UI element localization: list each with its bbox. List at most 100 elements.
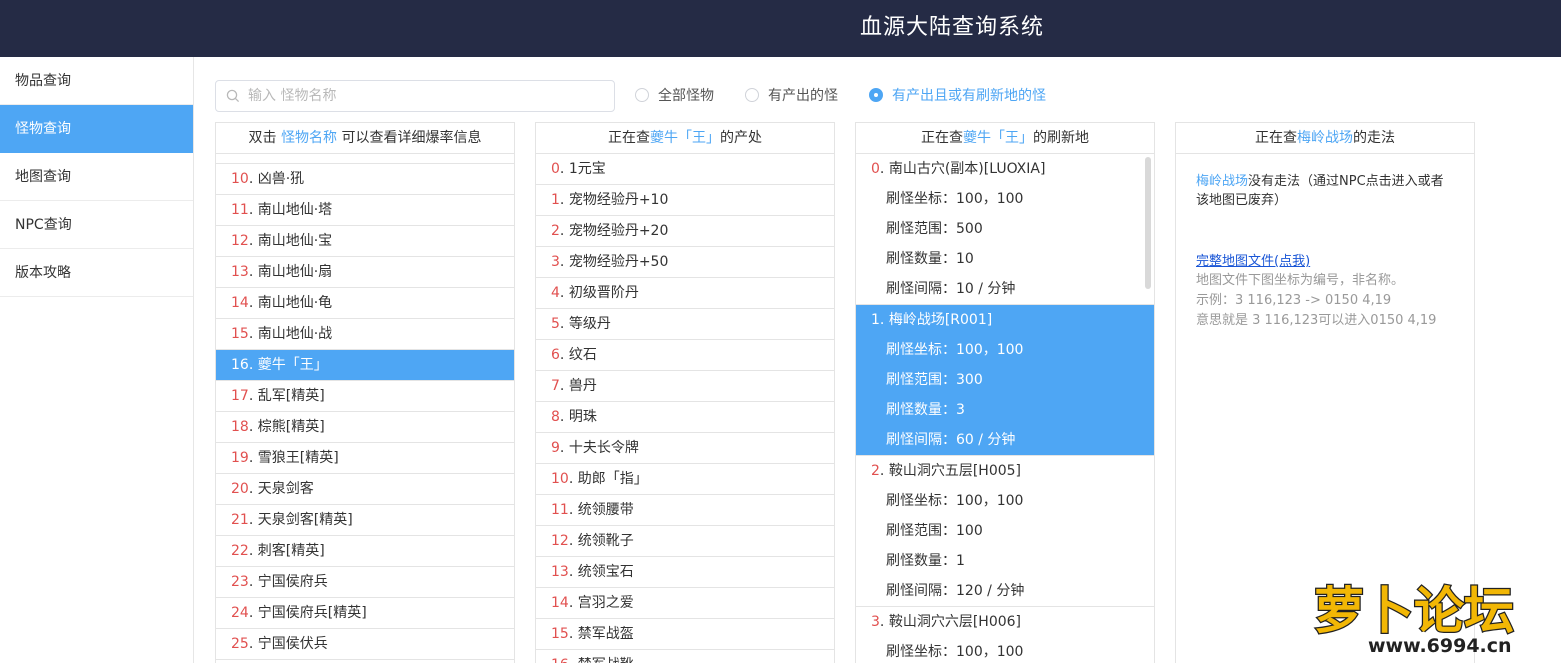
drop-list-item[interactable]: 15. 禁军战盔 [536,619,834,650]
index-separator: . [248,388,258,404]
monster-list-item[interactable]: 10. 凶兽·犼 [216,164,514,195]
drop-list-item[interactable]: 6. 纹石 [536,340,834,371]
filter-with-drops[interactable]: 有产出的怪 [745,85,838,105]
drop-list-item[interactable]: 11. 统领腰带 [536,495,834,526]
index-separator: . [559,409,569,425]
row-index: 23 [231,574,249,590]
drop-list-item[interactable]: 4. 初级晋阶丹 [536,278,834,309]
row-name: 南山地仙·龟 [257,295,333,311]
drop-list-item[interactable]: 9. 十夫长令牌 [536,433,834,464]
radio-circle[interactable] [635,88,649,102]
row-index: 3 [871,614,880,630]
monster-list-item[interactable]: 23. 宁国侯府兵 [216,567,514,598]
drop-list-item[interactable]: 2. 宠物经验丹+20 [536,216,834,247]
spawn-interval: 刷怪间隔：60 / 分钟 [886,432,1016,448]
row-index: 19 [231,450,249,466]
row-index: 17 [231,388,249,404]
row-name: 宠物经验丹+20 [568,223,669,239]
index-separator: . [569,657,578,663]
row-name: 乱军[精英] [257,388,325,404]
row-name: 南山地仙·扇 [257,264,333,280]
sidebar-item-npc[interactable]: NPC查询 [0,201,193,249]
monster-list-item[interactable]: 18. 棕熊[精英] [216,412,514,443]
header-text: 双击 [248,130,277,146]
monster-list-item[interactable]: 19. 雪狼王[精英] [216,443,514,474]
drop-list-item[interactable]: 7. 兽丹 [536,371,834,402]
drop-list-item[interactable]: 0. 1元宝 [536,154,834,185]
filter-all-monsters[interactable]: 全部怪物 [635,85,714,105]
index-separator: . [559,440,569,456]
map-name: 梅岭战场 [1196,174,1249,189]
index-separator: . [248,450,258,466]
index-separator: . [559,378,569,394]
drop-list-item[interactable]: 3. 宠物经验丹+50 [536,247,834,278]
radio-circle[interactable] [745,88,759,102]
monster-list-item[interactable]: 24. 宁国侯府兵[精英] [216,598,514,629]
drop-list-item[interactable]: 16. 禁军战靴 [536,650,834,663]
index-separator: . [248,419,258,435]
index-separator: . [248,543,258,559]
drops-panel: 正在查夔牛「王」的产处 0. 1元宝 1. 宠物经验丹+10 2. 宠物经验丹+20… [535,122,835,663]
spawn-location-item[interactable]: 0. 南山古穴(副本)[LUOXIA] 刷怪坐标：100，100 刷怪范围：500 刷… [856,154,1154,305]
row-index: 12 [551,533,569,549]
panel-header: 正在查夔牛「王」的刷新地 [856,123,1154,154]
monster-list-item[interactable]: 22. 刺客[精英] [216,536,514,567]
spawn-location-item[interactable]: 2. 鞍山洞穴五层[H005] 刷怪坐标：100，100 刷怪范围：100 刷怪数量：… [856,456,1154,607]
monster-list-item[interactable]: 25. 宁国侯伏兵 [216,629,514,660]
monster-list-item[interactable]: 14. 南山地仙·龟 [216,288,514,319]
drop-list-item[interactable]: 5. 等级丹 [536,309,834,340]
monster-list-item[interactable]: 20. 天泉剑客 [216,474,514,505]
index-separator: . [568,471,578,487]
full-map-file-link[interactable]: 完整地图文件(点我) [1196,252,1454,271]
index-separator: . [248,357,258,373]
row-name: 禁军战靴 [578,657,634,663]
drop-list-item[interactable]: 13. 统领宝石 [536,557,834,588]
index-separator: . [559,192,569,208]
row-name: 初级晋阶丹 [568,285,639,301]
spawn-location-item[interactable]: 3. 鞍山洞穴六层[H006] 刷怪坐标：100，100 [856,607,1154,663]
row-index: 6 [551,347,560,363]
spawn-interval: 刷怪间隔：10 / 分钟 [886,281,1016,297]
row-name: 南山地仙·战 [257,326,333,342]
monster-list-item[interactable]: 21. 天泉剑客[精英] [216,505,514,536]
filter-with-drops-or-spawns[interactable]: 有产出且或有刷新地的怪 [869,85,1046,105]
drop-list-item[interactable]: 1. 宠物经验丹+10 [536,185,834,216]
monster-list-item[interactable]: 16. 夔牛「王」 [216,350,514,381]
monster-list-item[interactable]: 12. 南山地仙·宝 [216,226,514,257]
sidebar-item-monsters[interactable]: 怪物查询 [0,105,193,153]
sidebar-item-maps[interactable]: 地图查询 [0,153,193,201]
list-spacer [216,154,514,164]
monster-list-item[interactable]: 15. 南山地仙·战 [216,319,514,350]
row-index: 1 [551,192,560,208]
row-name: 宁国侯府兵[精英] [257,605,367,621]
index-separator: . [559,347,569,363]
sidebar-item-items[interactable]: 物品查询 [0,57,193,105]
row-name: 等级丹 [568,316,611,332]
drop-list-item[interactable]: 10. 助郎「指」 [536,464,834,495]
header-highlight: 怪物名称 [281,130,337,146]
route-description: 梅岭战场没有走法（通过NPC点击进入或者该地图已废弃） [1196,172,1454,210]
index-separator: . [879,614,889,630]
index-separator: . [248,512,258,528]
row-name: 纹石 [568,347,597,363]
row-name: 统领靴子 [577,533,634,549]
spawn-interval: 刷怪间隔：120 / 分钟 [886,583,1025,599]
scrollbar[interactable] [1145,157,1151,289]
sidebar-item-guides[interactable]: 版本攻略 [0,249,193,297]
spawn-location-item[interactable]: 1. 梅岭战场[R001] 刷怪坐标：100，100 刷怪范围：300 刷怪数量：3 刷… [856,305,1154,456]
monster-list-item[interactable]: 17. 乱军[精英] [216,381,514,412]
row-name: 助郎「指」 [577,471,648,487]
row-name: 禁军战盔 [577,626,634,642]
radio-circle[interactable] [869,88,883,102]
monster-list-item[interactable]: 11. 南山地仙·塔 [216,195,514,226]
drop-list-item[interactable]: 12. 统领靴子 [536,526,834,557]
row-name: 宁国侯伏兵 [257,636,328,652]
search-input[interactable] [248,82,608,110]
drop-list-item[interactable]: 14. 宫羽之爱 [536,588,834,619]
row-name: 刺客[精英] [257,543,325,559]
monster-list-item[interactable]: 13. 南山地仙·扇 [216,257,514,288]
svg-text:萝卜论坛: 萝卜论坛 [1314,582,1514,640]
index-separator: . [248,202,258,218]
svg-text:www.6994.cn: www.6994.cn [1368,635,1512,657]
drop-list-item[interactable]: 8. 明珠 [536,402,834,433]
